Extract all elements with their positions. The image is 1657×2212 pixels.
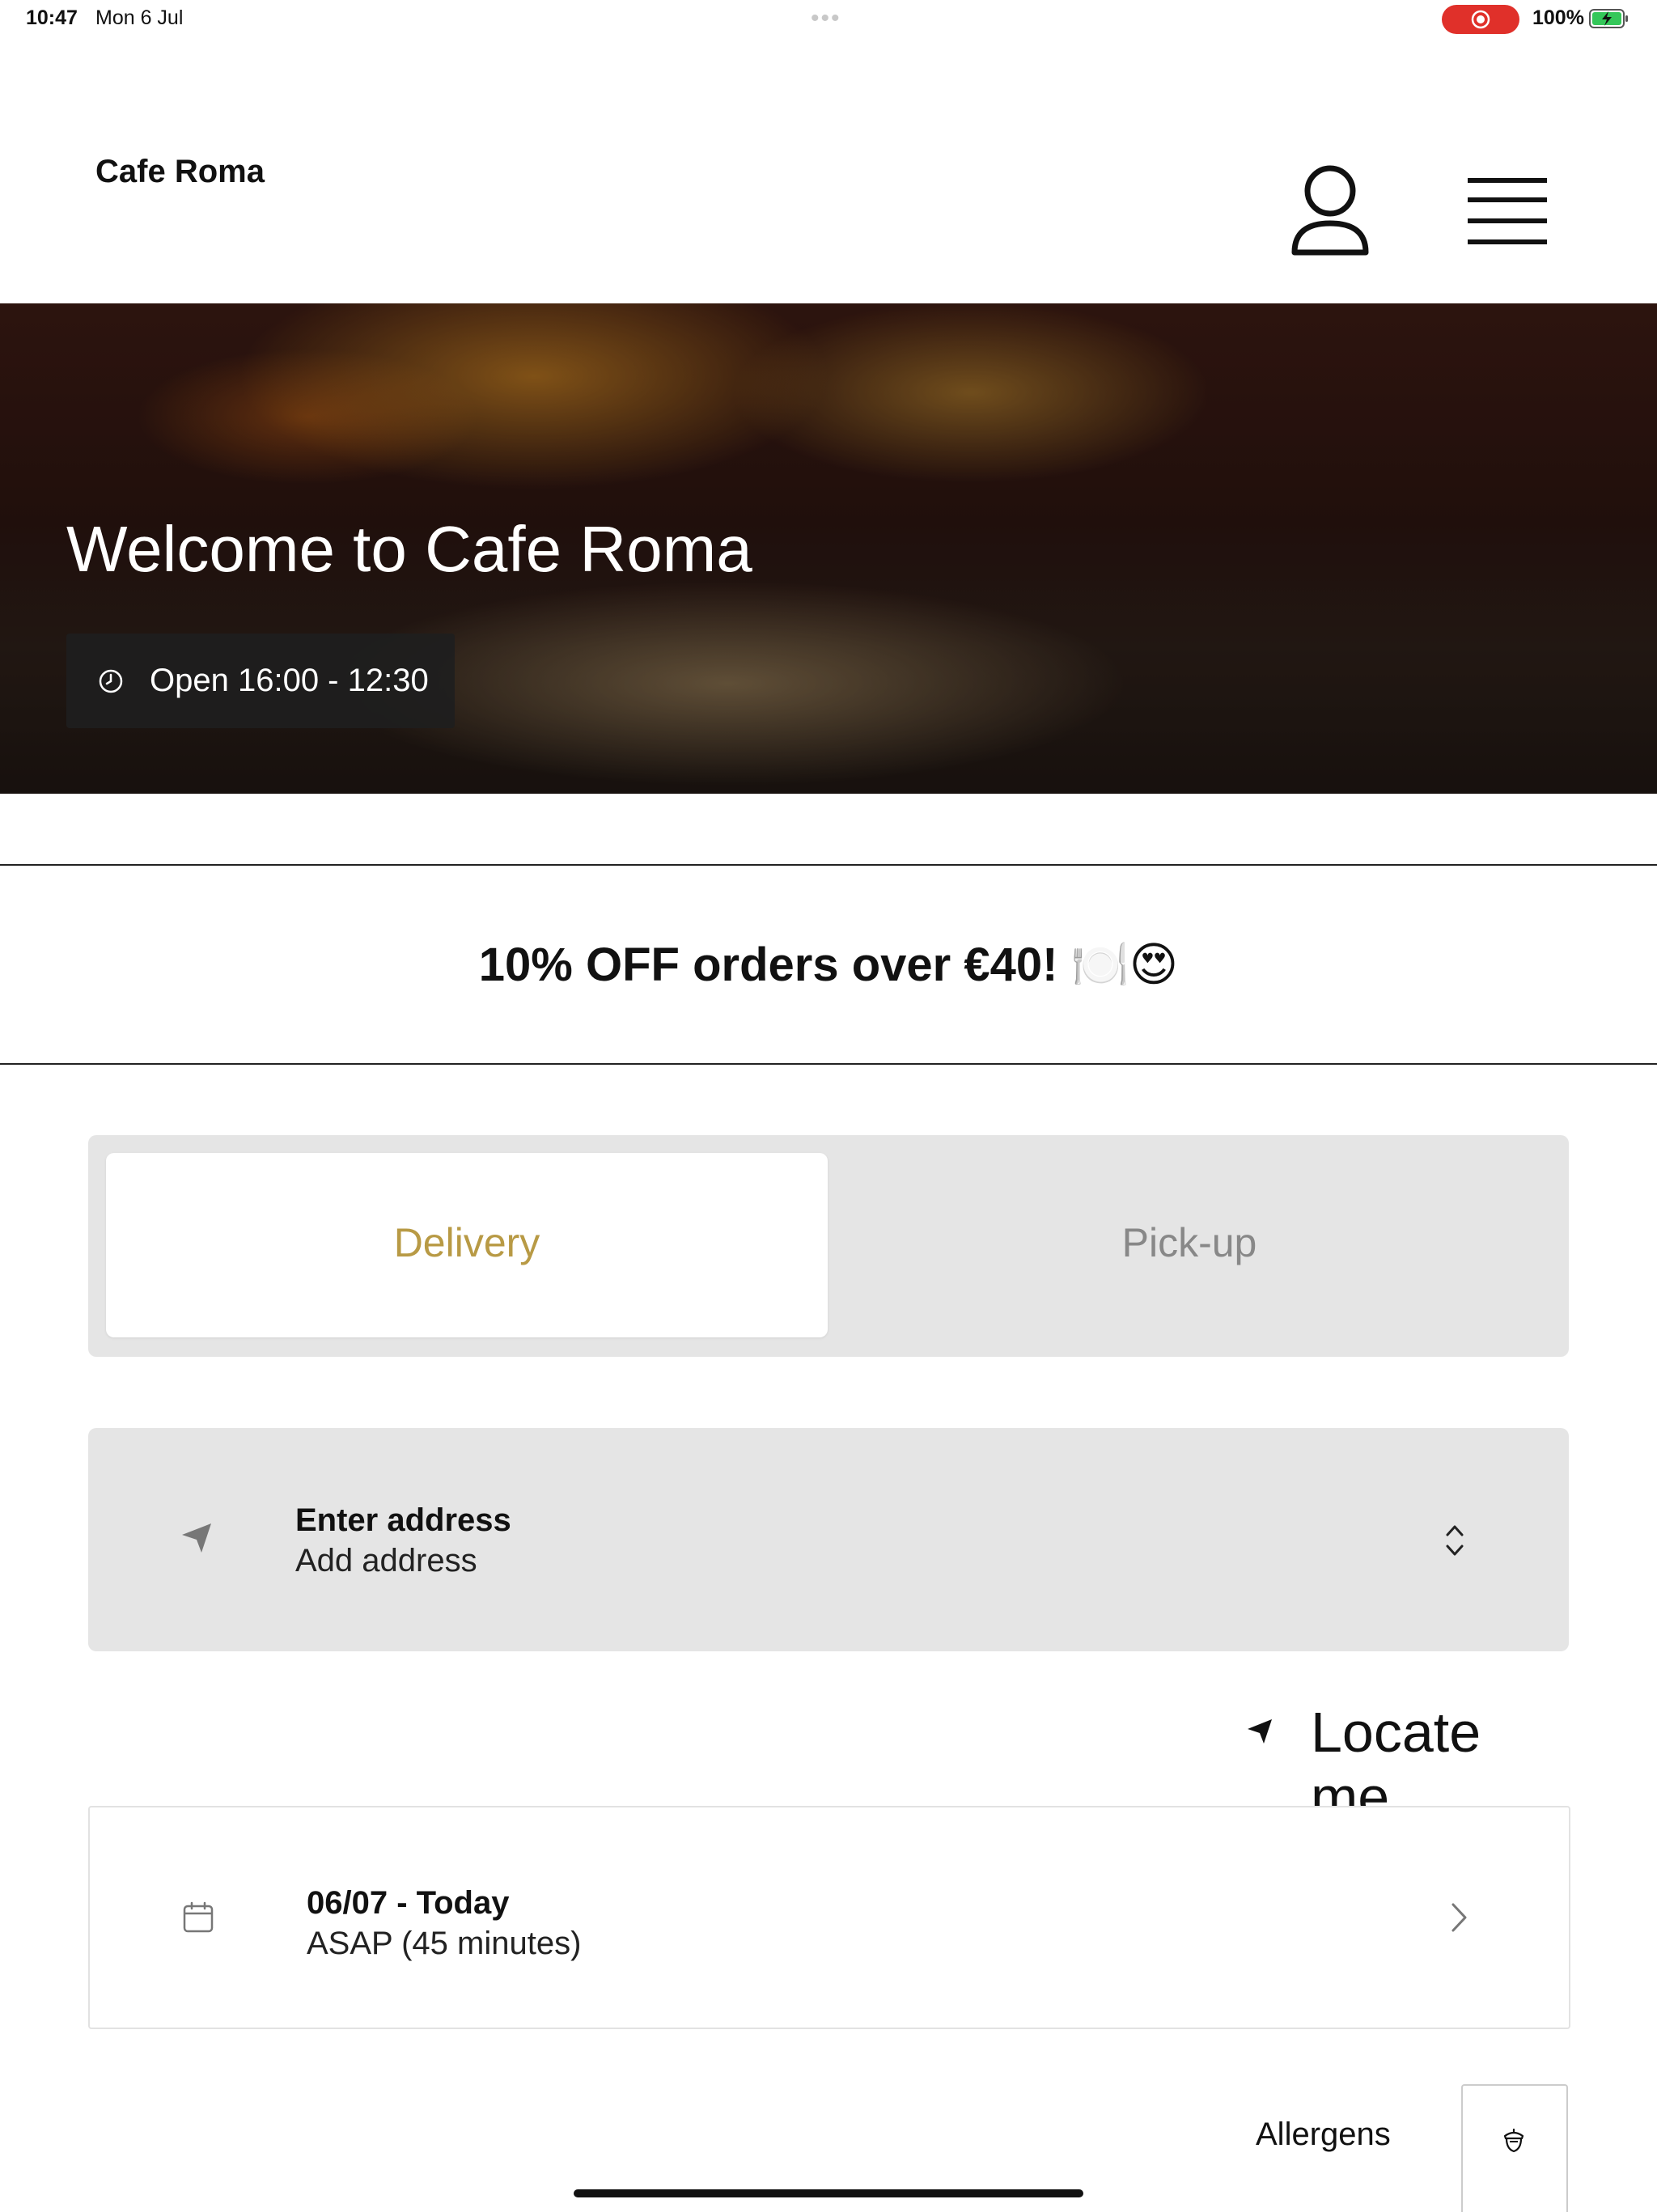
allergen-acorn-icon (1503, 2128, 1524, 2153)
battery-charging-icon (1589, 9, 1628, 28)
status-time: 10:47 (26, 6, 78, 29)
multitasking-dots-icon[interactable]: ••• (811, 5, 841, 32)
schedule-time: ASAP (45 minutes) (307, 1926, 582, 1961)
promo-text: 10% OFF orders over €40! 🍽️😍 (478, 939, 1179, 991)
allergens-label[interactable]: Allergens (1256, 2117, 1391, 2153)
opening-hours-text: Open 16:00 - 12:30 (150, 663, 429, 698)
clock-icon (99, 669, 123, 693)
tab-pickup-label: Pick-up (1121, 1220, 1257, 1265)
address-selector[interactable]: Enter address Add address (88, 1428, 1569, 1651)
screen-recording-indicator[interactable] (1442, 5, 1519, 34)
schedule-date: 06/07 - Today (307, 1885, 510, 1921)
person-icon[interactable] (1288, 165, 1372, 257)
address-label: Enter address (295, 1502, 511, 1538)
opening-hours-badge: Open 16:00 - 12:30 (66, 634, 455, 728)
chevron-right-icon (1451, 1903, 1467, 1932)
hero-title: Welcome to Cafe Roma (66, 513, 752, 585)
brand-name[interactable]: Cafe Roma (95, 154, 265, 190)
tab-delivery-label: Delivery (393, 1220, 540, 1265)
schedule-selector[interactable]: 06/07 - Today ASAP (45 minutes) (88, 1806, 1570, 2029)
status-bar: 10:47 Mon 6 Jul ••• 100% (0, 0, 1657, 40)
chevron-up-down-icon (1446, 1525, 1464, 1556)
promo-banner: 10% OFF orders over €40! 🍽️😍 (0, 864, 1657, 1065)
tab-pickup[interactable]: Pick-up (828, 1153, 1551, 1337)
app-header: Cafe Roma (0, 40, 1657, 303)
navigation-arrow-icon (182, 1523, 211, 1553)
status-date: Mon 6 Jul (95, 6, 184, 29)
calendar-icon (183, 1901, 214, 1933)
address-value: Add address (295, 1543, 477, 1578)
allergens-button[interactable] (1461, 2084, 1568, 2212)
home-indicator[interactable] (574, 2189, 1083, 2197)
location-arrow-icon (1248, 1719, 1272, 1744)
battery-percent: 100% (1532, 6, 1584, 29)
record-icon (1471, 10, 1490, 29)
hero-banner: Welcome to Cafe Roma Open 16:00 - 12:30 (0, 303, 1657, 794)
order-type-toggle: Delivery Pick-up (88, 1135, 1569, 1357)
hamburger-menu-icon[interactable] (1466, 175, 1549, 248)
locate-me-button[interactable]: Locate me (1246, 1695, 1570, 1829)
tab-delivery[interactable]: Delivery (106, 1153, 828, 1337)
